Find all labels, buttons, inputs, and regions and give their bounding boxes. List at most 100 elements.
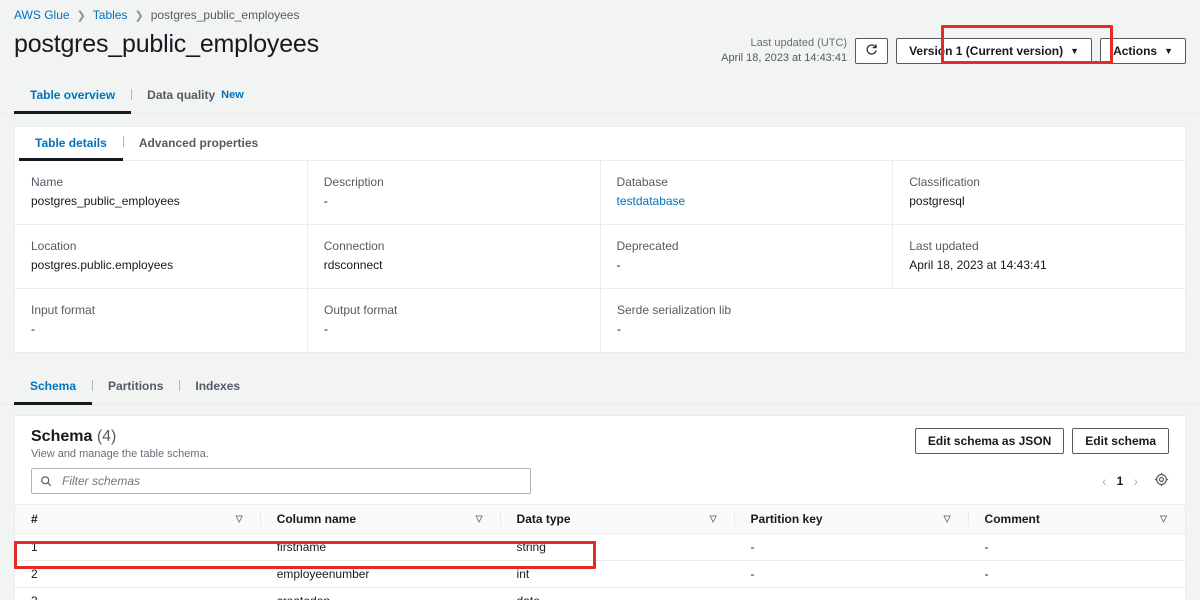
detail-value: postgres_public_employees bbox=[31, 193, 180, 208]
breadcrumb: AWS Glue ❯ Tables ❯ postgres_public_empl… bbox=[0, 0, 1200, 22]
actions-label: Actions bbox=[1113, 43, 1158, 58]
column-header-comment[interactable]: Comment ▽ bbox=[968, 503, 1185, 534]
tab-partitions[interactable]: Partitions bbox=[92, 371, 179, 405]
search-icon bbox=[40, 475, 52, 487]
sort-caret-icon[interactable]: ▽ bbox=[710, 513, 717, 524]
pagination: ‹ 1 › bbox=[1102, 472, 1169, 490]
new-badge: New bbox=[221, 88, 244, 101]
filter-schemas-box[interactable] bbox=[31, 467, 531, 494]
breadcrumb-separator-icon: ❯ bbox=[76, 9, 86, 22]
tab-advanced-properties[interactable]: Advanced properties bbox=[122, 127, 274, 161]
card-tabs: Table details Advanced properties bbox=[15, 127, 1185, 161]
tab-table-overview-label: Table overview bbox=[30, 87, 116, 102]
sort-caret-icon[interactable]: ▽ bbox=[1160, 513, 1167, 524]
detail-label: Database bbox=[616, 174, 668, 189]
filter-schemas-input[interactable] bbox=[60, 468, 530, 493]
table-row[interactable]: 2 employeenumber int - - bbox=[15, 560, 1185, 588]
detail-value: - bbox=[617, 321, 621, 336]
tab-data-quality-label: Data quality bbox=[147, 87, 216, 102]
detail-field-input-format: Input format - bbox=[15, 289, 307, 352]
detail-value: April 18, 2023 at 14:43:41 bbox=[909, 257, 1047, 272]
cell-comment: - bbox=[968, 533, 1185, 561]
tab-table-details[interactable]: Table details bbox=[19, 127, 123, 161]
detail-field-empty bbox=[893, 289, 1185, 352]
detail-field-serde-lib: Serde serialization lib - bbox=[600, 288, 893, 352]
column-header-label: Partition key bbox=[750, 511, 823, 526]
tab-schema[interactable]: Schema bbox=[14, 371, 93, 405]
page-header: postgres_public_employees Last updated (… bbox=[0, 22, 1200, 66]
edit-schema-as-json-button[interactable]: Edit schema as JSON bbox=[914, 427, 1065, 454]
breadcrumb-item-aws-glue[interactable]: AWS Glue bbox=[14, 8, 70, 22]
detail-row: Name postgres_public_employees Descripti… bbox=[15, 160, 1185, 225]
last-updated-label: Last updated (UTC) bbox=[750, 37, 848, 49]
cell-column-name: employeenumber bbox=[260, 560, 501, 588]
sort-caret-icon[interactable]: ▽ bbox=[944, 513, 951, 524]
column-header-column-name[interactable]: Column name ▽ bbox=[260, 503, 501, 534]
actions-dropdown[interactable]: Actions ▼ bbox=[1100, 37, 1186, 64]
schema-count: (4) bbox=[96, 427, 117, 445]
page-number[interactable]: 1 bbox=[1117, 474, 1124, 488]
chevron-down-icon: ▼ bbox=[1070, 45, 1080, 56]
schema-table: # ▽ Column name ▽ Data type ▽ Partition … bbox=[15, 503, 1185, 600]
schema-table-body: 1 firstname string - - 2 employeenumber … bbox=[15, 533, 1185, 600]
cell-num: 2 bbox=[15, 560, 261, 588]
detail-field-connection: Connection rdsconnect bbox=[306, 224, 600, 288]
cell-partition-key: - bbox=[734, 560, 969, 588]
cell-comment: - bbox=[968, 587, 1185, 600]
edit-schema-button[interactable]: Edit schema bbox=[1072, 427, 1169, 454]
detail-field-deprecated: Deprecated - bbox=[599, 224, 893, 288]
tab-table-details-label: Table details bbox=[35, 135, 107, 150]
header-actions: Last updated (UTC) April 18, 2023 at 14:… bbox=[721, 28, 1186, 66]
detail-label: Input format bbox=[31, 302, 96, 317]
detail-label: Deprecated bbox=[616, 238, 679, 253]
tabs-table-overview: Table overview Data quality New bbox=[0, 80, 1200, 114]
schema-header: Schema (4) View and manage the table sch… bbox=[15, 416, 1185, 460]
column-header-num[interactable]: # ▽ bbox=[15, 503, 261, 534]
breadcrumb-separator-icon: ❯ bbox=[134, 9, 144, 22]
table-row[interactable]: 3 createdon date - - bbox=[15, 587, 1185, 600]
detail-label: Classification bbox=[909, 174, 980, 189]
sort-caret-icon[interactable]: ▽ bbox=[236, 513, 243, 524]
schema-title: Schema (4) bbox=[31, 428, 209, 446]
detail-value: postgresql bbox=[909, 193, 965, 208]
gear-icon[interactable] bbox=[1154, 472, 1169, 490]
column-header-label: Comment bbox=[984, 511, 1040, 526]
chevron-down-icon: ▼ bbox=[1164, 45, 1173, 56]
schema-title-text: Schema bbox=[31, 427, 93, 445]
tab-schema-label: Schema bbox=[30, 378, 77, 393]
refresh-button[interactable] bbox=[855, 37, 889, 64]
table-row[interactable]: 1 firstname string - - bbox=[15, 533, 1185, 561]
tab-indexes[interactable]: Indexes bbox=[179, 371, 256, 405]
cell-partition-key: - bbox=[734, 533, 969, 561]
refresh-icon bbox=[865, 43, 878, 59]
page-title: postgres_public_employees bbox=[14, 30, 319, 58]
tab-data-quality[interactable]: Data quality New bbox=[131, 80, 260, 114]
detail-label: Last updated bbox=[909, 238, 979, 253]
prev-page-button[interactable]: ‹ bbox=[1102, 473, 1107, 489]
next-page-button[interactable]: › bbox=[1133, 473, 1138, 489]
detail-label: Output format bbox=[324, 302, 398, 317]
database-link[interactable]: testdatabase bbox=[617, 194, 877, 208]
detail-value: rdsconnect bbox=[323, 257, 383, 272]
tabs-schema-section: Schema Partitions Indexes bbox=[0, 371, 1200, 405]
column-header-partition-key[interactable]: Partition key ▽ bbox=[734, 503, 969, 534]
sort-caret-icon[interactable]: ▽ bbox=[476, 513, 483, 524]
tab-table-overview[interactable]: Table overview bbox=[14, 80, 132, 114]
cell-data-type: date bbox=[500, 587, 735, 600]
detail-value: postgres.public.employees bbox=[31, 257, 174, 272]
column-header-label: Column name bbox=[276, 511, 357, 526]
cell-column-name: firstname bbox=[260, 533, 501, 561]
detail-field-location: Location postgres.public.employees bbox=[15, 225, 307, 288]
detail-label: Description bbox=[323, 174, 384, 189]
schema-filter-row: ‹ 1 › bbox=[15, 460, 1185, 504]
tab-indexes-label: Indexes bbox=[195, 378, 241, 393]
cell-partition-key: - bbox=[734, 587, 969, 600]
breadcrumb-item-tables[interactable]: Tables bbox=[93, 8, 128, 22]
schema-card: Schema (4) View and manage the table sch… bbox=[14, 414, 1186, 600]
column-header-data-type[interactable]: Data type ▽ bbox=[500, 503, 735, 534]
detail-field-output-format: Output format - bbox=[307, 288, 600, 352]
version-selector-dropdown[interactable]: Version 1 (Current version) ▼ bbox=[896, 37, 1093, 64]
tab-advanced-properties-label: Advanced properties bbox=[138, 135, 259, 150]
detail-grid: Name postgres_public_employees Descripti… bbox=[15, 160, 1185, 352]
detail-value: - bbox=[616, 257, 621, 272]
